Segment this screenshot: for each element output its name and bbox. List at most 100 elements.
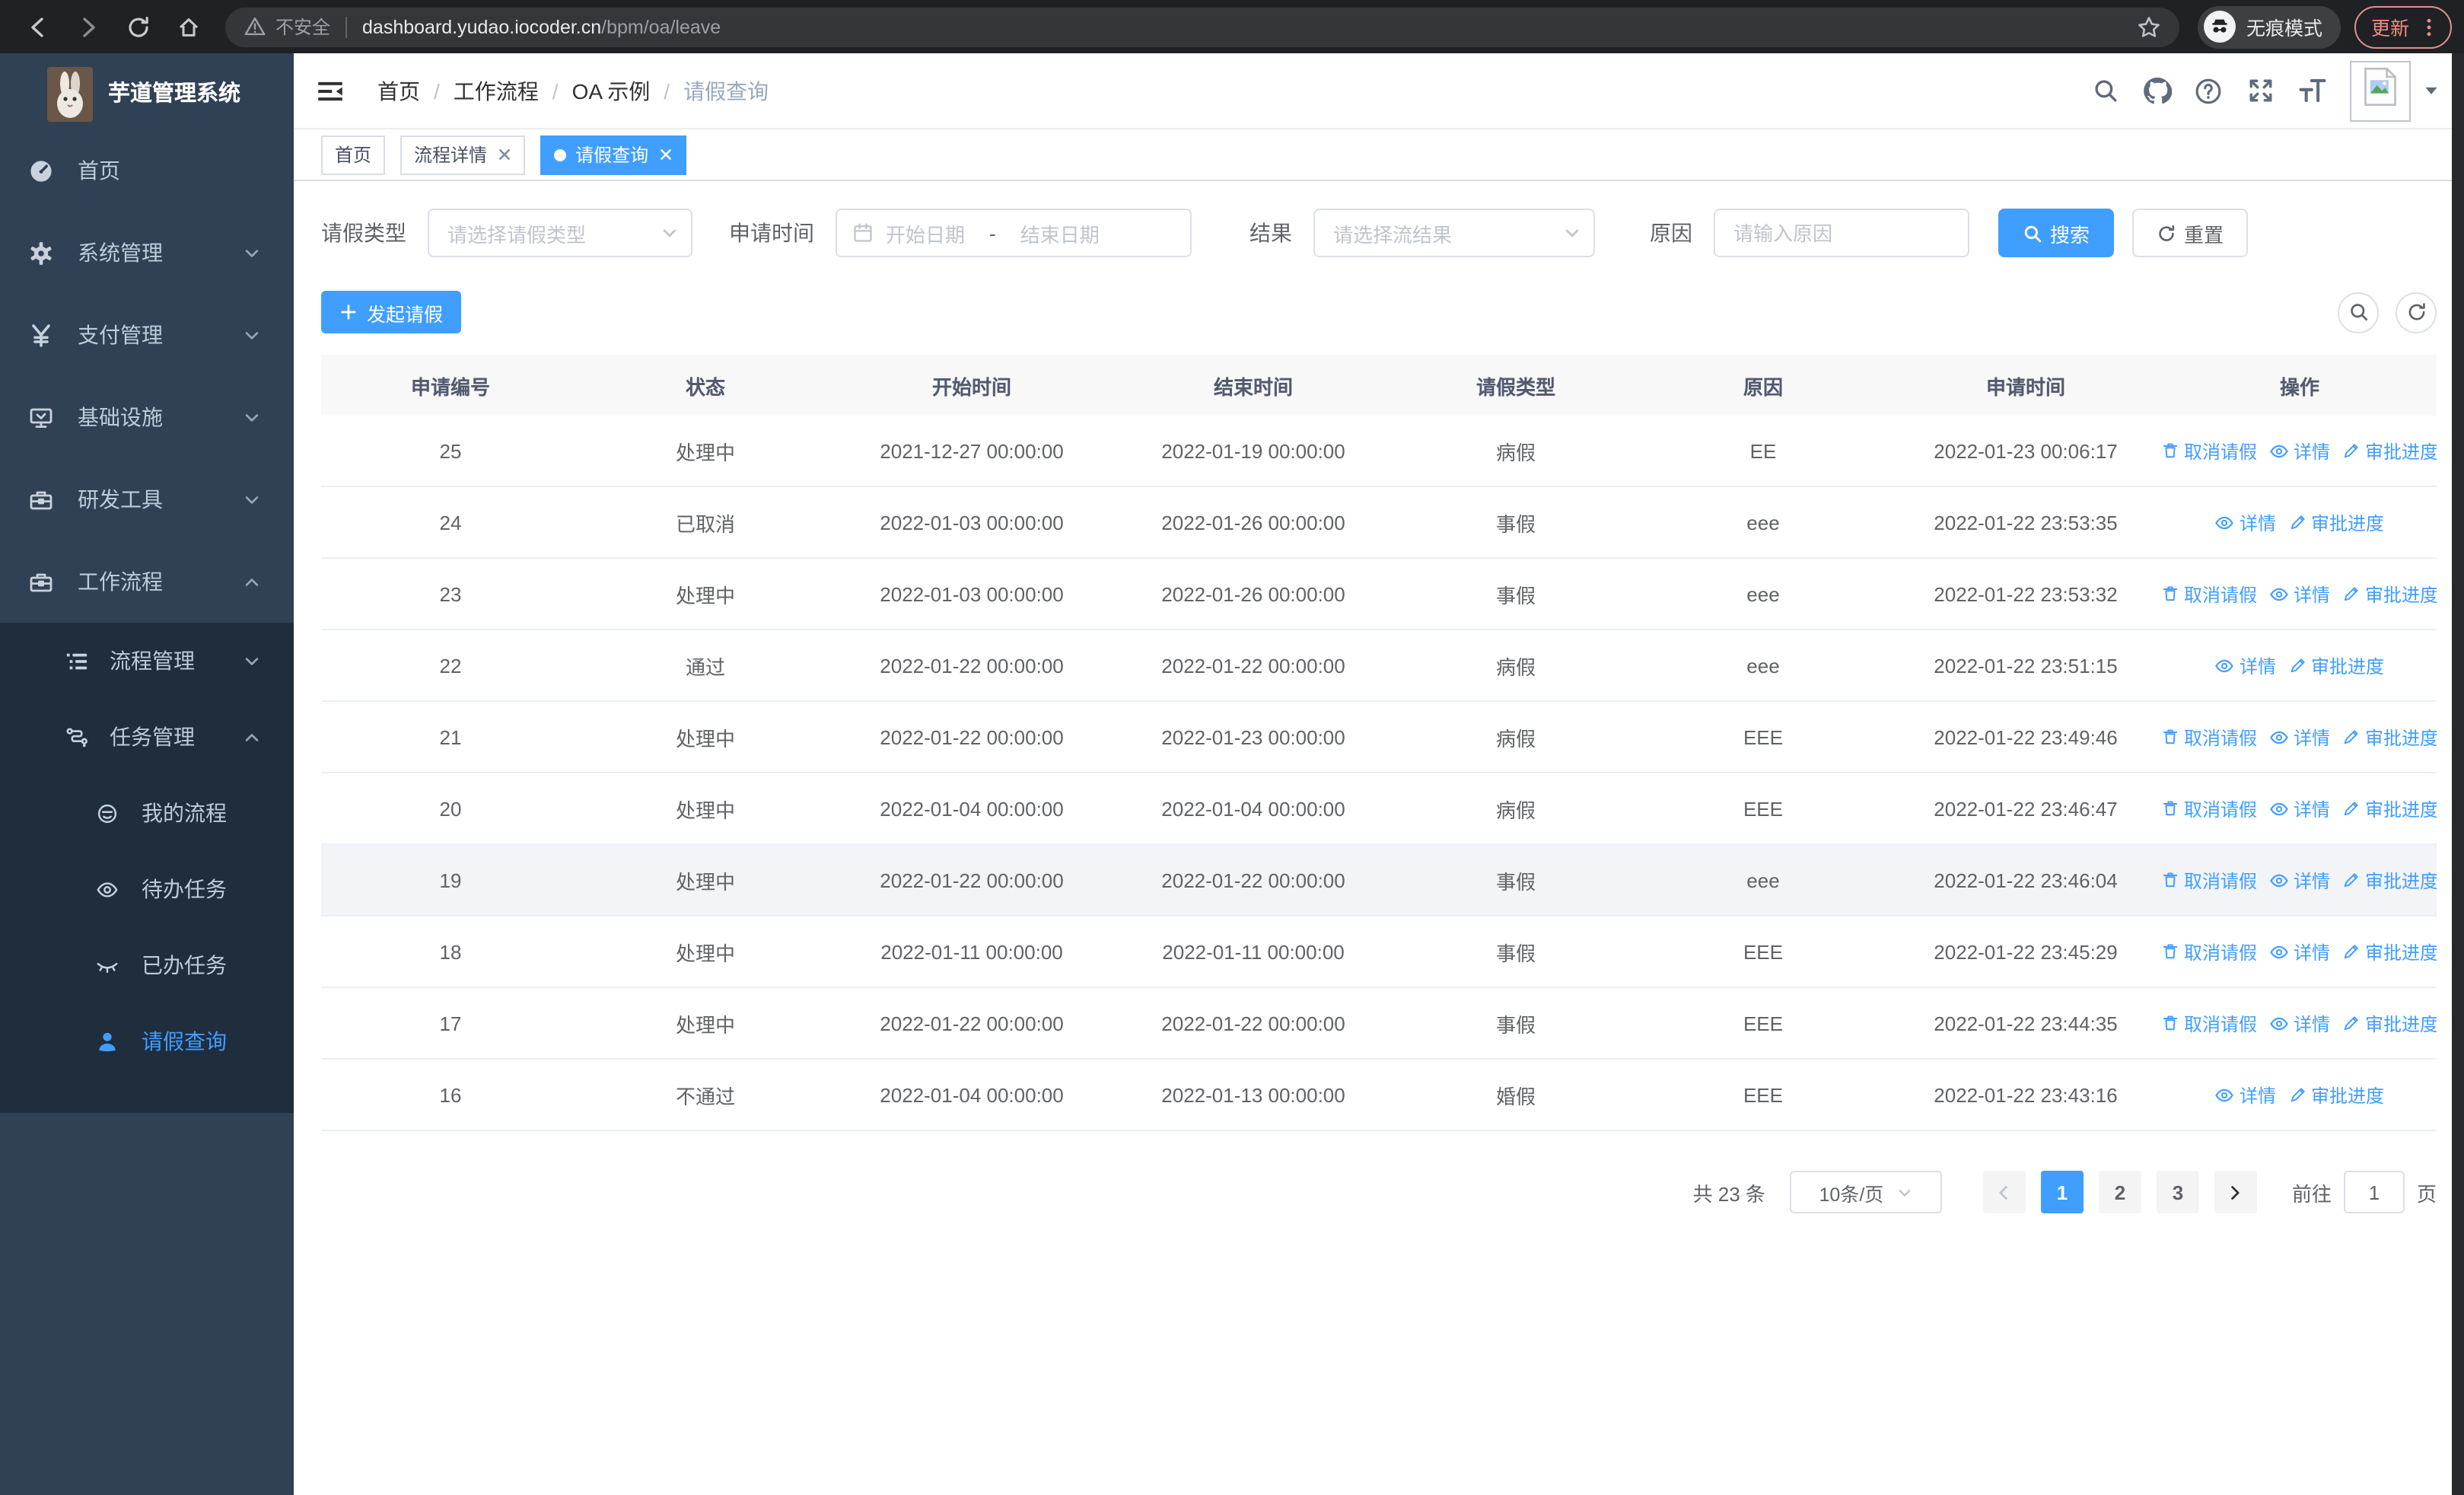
leave-type-select[interactable]: 请选择请假类型 [428, 209, 692, 257]
sidebar-item-devtools[interactable]: 研发工具 [0, 458, 294, 540]
result-select[interactable]: 请选择流结果 [1313, 209, 1595, 257]
sidebar-item-system[interactable]: 系统管理 [0, 212, 294, 294]
reset-button[interactable]: 重置 [2132, 209, 2249, 257]
cell-end: 2022-01-22 00:00:00 [1161, 869, 1345, 891]
detail-action-link[interactable]: 详情 [2269, 1010, 2330, 1036]
reason-input[interactable] [1714, 209, 1969, 257]
cell-reason: EEE [1743, 940, 1783, 963]
progress-action-label: 审批进度 [2311, 1085, 2385, 1106]
sidebar-item-task-mgmt[interactable]: 任务管理 [0, 699, 294, 775]
progress-action-link[interactable]: 审批进度 [2342, 795, 2437, 821]
progress-action-link[interactable]: 审批进度 [2288, 652, 2384, 678]
detail-action-link[interactable]: 详情 [2215, 509, 2276, 535]
cell-status: 处理中 [675, 942, 735, 964]
tab-process-detail[interactable]: 流程详情 [400, 135, 526, 174]
detail-action-link[interactable]: 详情 [2269, 867, 2330, 893]
cancel-action-label: 取消请假 [2183, 1013, 2257, 1034]
forward-icon[interactable] [68, 7, 108, 46]
app-header: 首页 / 工作流程 / OA 示例 / 请假查询 [294, 53, 2464, 129]
address-bar[interactable]: 不安全 dashboard.yudao.iocoder.cn/bpm/oa/le… [225, 7, 2179, 46]
progress-action-link[interactable]: 审批进度 [2342, 581, 2437, 607]
sidebar-item-label: 任务管理 [110, 725, 195, 749]
progress-action-link[interactable]: 审批进度 [2288, 1082, 2384, 1108]
cell-applied: 2022-01-22 23:45:29 [1934, 940, 2118, 963]
detail-action-link[interactable]: 详情 [2215, 1082, 2276, 1108]
progress-action-link[interactable]: 审批进度 [2342, 867, 2437, 893]
github-icon[interactable] [2137, 71, 2176, 110]
cancel-action-link[interactable]: 取消请假 [2163, 795, 2257, 821]
cell-status: 处理中 [675, 870, 735, 893]
cancel-action-link[interactable]: 取消请假 [2163, 867, 2257, 893]
browser-update-button[interactable]: 更新 [2354, 5, 2452, 48]
next-page-button[interactable] [2214, 1171, 2257, 1213]
toggle-search-button[interactable] [2338, 292, 2379, 333]
tab-leave-query[interactable]: 请假查询 [540, 135, 687, 174]
sidebar-item-leave-query[interactable]: 请假查询 [0, 1003, 294, 1079]
chevron-up-icon [244, 573, 260, 590]
breadcrumb-item[interactable]: 工作流程 [454, 75, 539, 106]
page-button-1[interactable]: 1 [2040, 1171, 2084, 1213]
page-button-3[interactable]: 3 [2156, 1171, 2199, 1213]
kebab-menu-icon[interactable] [2418, 16, 2440, 37]
browser-chrome: 不安全 dashboard.yudao.iocoder.cn/bpm/oa/le… [0, 0, 2464, 53]
page-size-select[interactable]: 10条/页 [1789, 1171, 1942, 1213]
sidebar-item-my-process[interactable]: 我的流程 [0, 775, 294, 851]
home-icon[interactable] [169, 7, 209, 46]
detail-action-label: 详情 [2294, 584, 2331, 605]
avatar[interactable] [2350, 60, 2411, 121]
detail-action-link[interactable]: 详情 [2269, 795, 2330, 821]
tab-label: 首页 [335, 145, 372, 166]
refresh-table-button[interactable] [2396, 292, 2437, 333]
close-icon[interactable] [659, 148, 673, 161]
progress-action-link[interactable]: 审批进度 [2342, 438, 2437, 464]
cancel-action-link[interactable]: 取消请假 [2163, 581, 2257, 607]
sidebar-item-todo-tasks[interactable]: 待办任务 [0, 851, 294, 927]
chevron-down-icon [244, 491, 260, 508]
progress-action-link[interactable]: 审批进度 [2342, 939, 2437, 964]
sidebar-item-home[interactable]: 首页 [0, 129, 294, 212]
progress-action-link[interactable]: 审批进度 [2342, 724, 2437, 750]
sidebar-item-process-mgmt[interactable]: 流程管理 [0, 623, 294, 699]
cancel-action-link[interactable]: 取消请假 [2163, 939, 2257, 964]
cancel-action-link[interactable]: 取消请假 [2163, 438, 2257, 464]
page-button-2[interactable]: 2 [2098, 1171, 2141, 1213]
fullscreen-icon[interactable] [2240, 71, 2280, 110]
help-icon[interactable] [2189, 71, 2228, 110]
progress-action-link[interactable]: 审批进度 [2342, 1010, 2437, 1036]
cancel-action-link[interactable]: 取消请假 [2163, 724, 2257, 750]
breadcrumb-item[interactable]: OA 示例 [572, 75, 651, 106]
detail-action-link[interactable]: 详情 [2269, 581, 2330, 607]
close-icon[interactable] [498, 148, 511, 161]
search-icon[interactable] [2085, 71, 2125, 110]
sidebar-collapse-icon[interactable] [317, 77, 344, 104]
page-scrollbar[interactable] [2452, 53, 2464, 1495]
sidebar-item-payment[interactable]: 支付管理 [0, 294, 294, 376]
goto-page-input[interactable] [2343, 1171, 2405, 1213]
back-icon[interactable] [18, 7, 58, 46]
table-row: 25 处理中 2021-12-27 00:00:00 2022-01-19 00:00… [321, 416, 2437, 487]
progress-action-link[interactable]: 审批进度 [2288, 509, 2384, 535]
detail-action-link[interactable]: 详情 [2269, 724, 2330, 750]
bookmark-star-icon[interactable] [2137, 14, 2161, 39]
incognito-label: 无痕模式 [2246, 18, 2322, 40]
sidebar-item-infra[interactable]: 基础设施 [0, 376, 294, 458]
tab-home[interactable]: 首页 [321, 135, 386, 174]
caret-down-icon[interactable] [2423, 82, 2440, 99]
table-header: 申请编号 状态 开始时间 结束时间 请假类型 原因 申请时间 操作 [321, 355, 2437, 416]
create-leave-button[interactable]: 发起请假 [321, 291, 462, 333]
breadcrumb-item[interactable]: 首页 [377, 75, 420, 106]
cell-reason: EEE [1743, 1083, 1783, 1106]
apply-time-range-picker[interactable]: 开始日期 - 结束日期 [836, 209, 1192, 257]
detail-action-link[interactable]: 详情 [2269, 438, 2330, 464]
sidebar-item-done-tasks[interactable]: 已办任务 [0, 927, 294, 1003]
cell-status: 处理中 [675, 584, 735, 607]
search-button[interactable]: 搜索 [1998, 209, 2115, 257]
prev-page-button[interactable] [1982, 1171, 2026, 1213]
column-header: 申请时间 [1985, 375, 2065, 398]
detail-action-link[interactable]: 详情 [2269, 939, 2330, 964]
cancel-action-link[interactable]: 取消请假 [2163, 1010, 2257, 1036]
sidebar-item-workflow[interactable]: 工作流程 [0, 540, 294, 623]
reload-icon[interactable] [119, 7, 158, 46]
font-size-icon[interactable] [2292, 71, 2332, 110]
detail-action-link[interactable]: 详情 [2215, 652, 2276, 678]
